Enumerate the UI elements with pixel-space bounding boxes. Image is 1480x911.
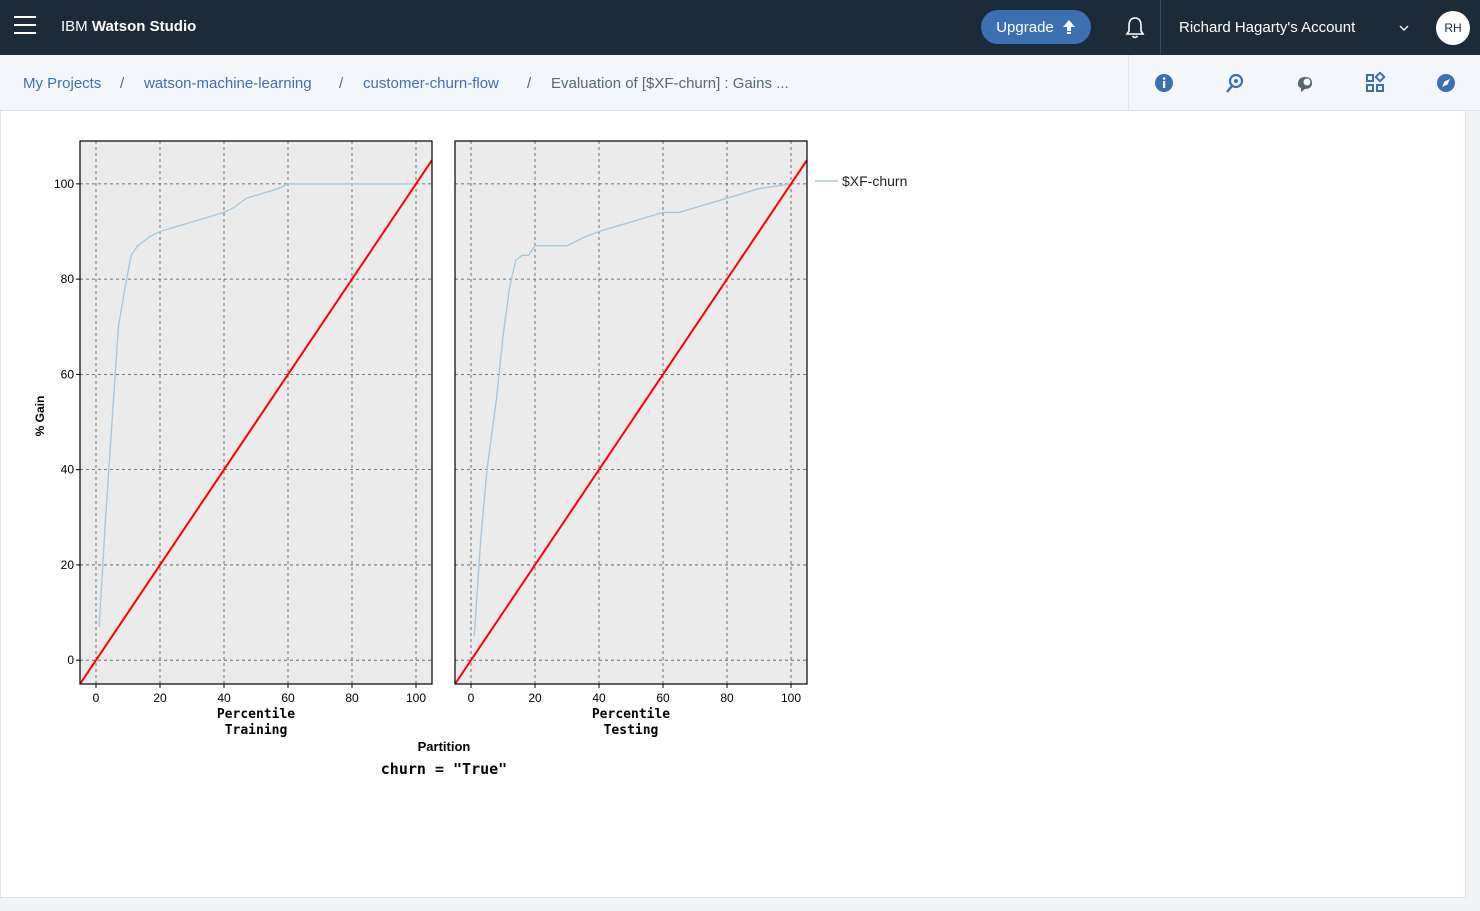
breadcrumb-project[interactable]: watson-machine-learning — [144, 75, 312, 92]
breadcrumb-my-projects[interactable]: My Projects — [23, 75, 101, 92]
facet-label: Partition — [418, 739, 471, 754]
x-tick-label: 20 — [153, 691, 167, 705]
upload-arrow-icon — [1062, 20, 1075, 34]
legend-entry: $XF-churn — [842, 173, 907, 189]
x-tick-label: 100 — [406, 691, 426, 705]
apps-icon[interactable] — [1364, 72, 1386, 94]
compass-icon[interactable] — [1435, 72, 1457, 94]
x-tick-label: 20 — [528, 691, 542, 705]
chart-legend: $XF-churn — [815, 173, 907, 189]
avatar[interactable]: RH — [1436, 11, 1470, 45]
find-icon[interactable] — [1224, 72, 1246, 94]
y-tick-label: 60 — [61, 367, 75, 381]
breadcrumb-bar: My Projects / watson-machine-learning / … — [0, 55, 1480, 111]
account-switcher[interactable]: Richard Hagarty's Account — [1179, 19, 1355, 36]
brand-prefix: IBM — [61, 18, 88, 35]
x-tick-label: 0 — [468, 691, 475, 705]
breadcrumb-flow[interactable]: customer-churn-flow — [363, 75, 499, 92]
y-axis-label: % Gain — [33, 396, 47, 437]
chart-panel-training: 0 20 40 60 80 100 PercentileTraining — [79, 140, 433, 738]
x-tick-label: 60 — [281, 691, 295, 705]
chevron-down-icon[interactable] — [1398, 22, 1410, 34]
y-tick-label: 20 — [61, 558, 75, 572]
breadcrumb-separator: / — [120, 75, 125, 92]
y-tick-label: 100 — [54, 177, 74, 191]
panel-label: Training — [225, 723, 288, 738]
feedback-icon[interactable] — [1294, 72, 1316, 94]
top-navigation-bar: IBM Watson Studio Upgrade Richard Hagart… — [0, 0, 1480, 55]
breadcrumb-separator: / — [339, 75, 344, 92]
upgrade-label: Upgrade — [996, 18, 1054, 36]
plot-background — [80, 141, 432, 684]
hamburger-icon[interactable] — [14, 16, 36, 38]
chart-caption: churn = "True" — [381, 760, 507, 778]
product-brand[interactable]: IBM Watson Studio — [61, 18, 196, 35]
x-tick-label: 80 — [720, 691, 734, 705]
brand-name: Watson Studio — [91, 18, 197, 35]
x-tick-label: 100 — [781, 691, 801, 705]
y-tick-label: 40 — [61, 463, 75, 477]
info-icon[interactable] — [1153, 72, 1175, 94]
x-axis-label: Percentile — [592, 707, 670, 722]
chart-panel-testing: 0 20 40 60 80 100 PercentileTesting — [454, 140, 808, 738]
x-tick-label: 0 — [93, 691, 100, 705]
x-tick-label: 80 — [345, 691, 359, 705]
x-tick-label: 60 — [656, 691, 670, 705]
bottom-strip — [0, 898, 1480, 911]
x-tick-label: 40 — [592, 691, 606, 705]
panel-label: Testing — [604, 723, 659, 738]
breadcrumb-separator: / — [527, 75, 532, 92]
vertical-scrollbar[interactable] — [1466, 111, 1480, 898]
y-tick-label: 80 — [61, 272, 75, 286]
toolbar-divider — [1128, 55, 1129, 111]
account-divider — [1160, 0, 1161, 55]
x-tick-label: 40 — [217, 691, 231, 705]
y-axis: 0 20 40 60 80 100 — [54, 177, 80, 667]
y-tick-label: 0 — [67, 653, 74, 667]
breadcrumb-current: Evaluation of [$XF-churn] : Gains ... — [551, 75, 789, 92]
upgrade-button[interactable]: Upgrade — [981, 10, 1091, 44]
bell-icon[interactable] — [1124, 16, 1146, 40]
gains-chart: 0 20 40 60 80 100PercentileTraining 0 20 40 60 80… — [33, 140, 907, 778]
x-axis-label: Percentile — [217, 707, 295, 722]
